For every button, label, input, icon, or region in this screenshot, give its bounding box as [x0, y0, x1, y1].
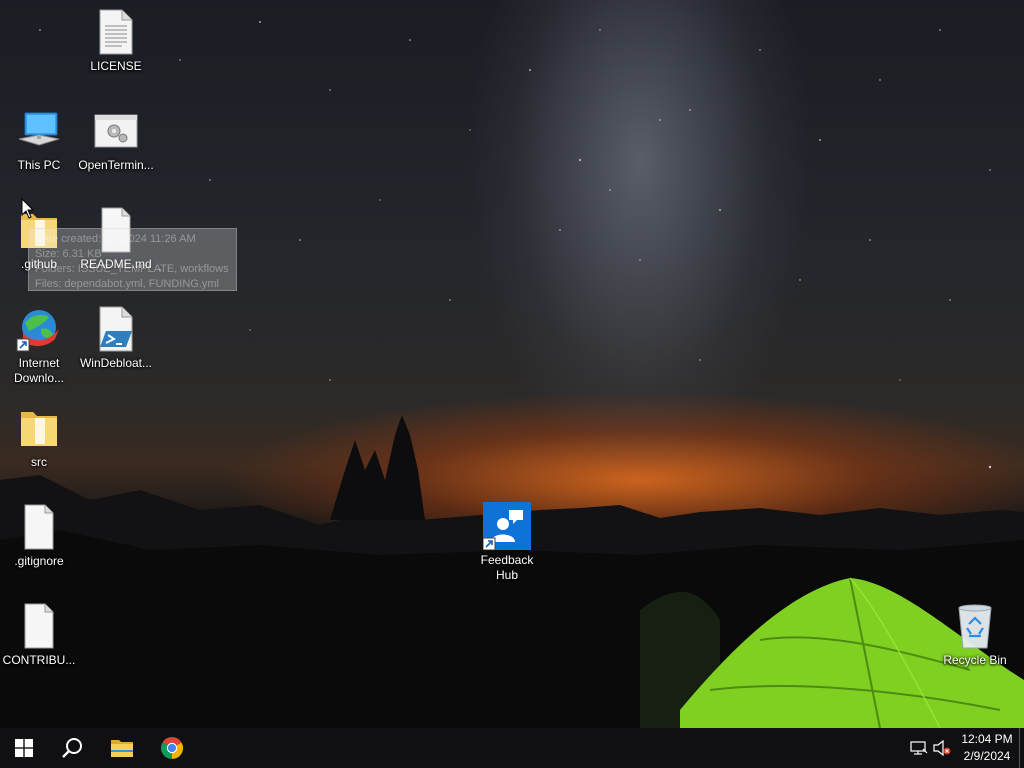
folder-info-tooltip: Date created: 2/9/2024 11:26 AM Size: 6.… [28, 228, 237, 291]
globe-download-icon [16, 310, 59, 352]
desktop-icon-label: Recycle Bin [943, 653, 1007, 667]
desktop-icon-src-folder[interactable]: src [0, 404, 78, 470]
desktop-icon-contributing[interactable]: CONTRIBU... [0, 602, 78, 668]
tooltip-line: Date created: 2/9/2024 11:26 AM [35, 233, 196, 245]
feedback-hub-icon [483, 502, 531, 550]
windows-logo-icon [15, 739, 33, 757]
desktop-icon-label: .gitignore [14, 554, 64, 568]
desktop-icon-openterminal[interactable]: OpenTermin... [77, 107, 155, 173]
desktop-icon-label: WinDebloat... [79, 356, 153, 370]
volume-muted-icon[interactable] [933, 740, 951, 756]
recycle-bin-icon [958, 604, 992, 649]
desktop-icon-gitignore[interactable]: .gitignore [0, 503, 78, 569]
desktop-icon-label: This PC [17, 158, 61, 172]
clock-date: 2/9/2024 [963, 749, 1011, 763]
desktop-icon-label: LICENSE [90, 59, 142, 73]
tooltip-line: Size: 6.31 KB [35, 248, 102, 260]
tooltip-line: Folders: ISSUE_TEMPLATE, workflows [35, 263, 229, 275]
clock-time: 12:04 PM [961, 732, 1013, 746]
taskbar-clock[interactable]: 12:04 PM 2/9/2024 [952, 731, 1022, 765]
taskbar: 12:04 PM 2/9/2024 [0, 728, 1024, 768]
tooltip-line: Files: dependabot.yml, FUNDING.yml [35, 278, 219, 290]
desktop-icon-label: Internet Downlo... [13, 356, 65, 385]
file-icon [24, 603, 54, 649]
folder-icon [21, 412, 57, 446]
start-button[interactable] [0, 728, 48, 768]
desktop-icon-label: Feedback Hub [480, 553, 534, 582]
search-icon [62, 738, 82, 758]
computer-icon [18, 112, 60, 146]
mouse-pointer-icon [21, 198, 35, 219]
desktop-icon-feedback-hub[interactable]: Feedback Hub [468, 502, 546, 583]
desktop-icon-label: src [31, 455, 47, 469]
chrome-icon [160, 737, 184, 759]
desktop-icon-recycle-bin[interactable]: Recycle Bin [936, 602, 1014, 668]
show-desktop-button[interactable] [1019, 728, 1024, 768]
taskbar-chrome[interactable] [148, 728, 196, 768]
desktop-icon-label: OpenTermin... [78, 158, 154, 172]
search-button[interactable] [48, 728, 96, 768]
desktop-icon-internet-download-manager[interactable]: Internet Downlo... [0, 305, 78, 386]
network-disconnected-icon[interactable] [910, 740, 928, 756]
desktop-icon-label: CONTRIBU... [2, 653, 76, 667]
folder-icon [111, 740, 133, 757]
desktop-icon-this-pc[interactable]: This PC [0, 107, 78, 173]
desktop-icon-windebloat[interactable]: WinDebloat... [77, 305, 155, 371]
text-file-icon [99, 9, 133, 55]
powershell-script-icon [99, 306, 133, 352]
taskbar-file-explorer[interactable] [98, 728, 146, 768]
file-icon [24, 504, 54, 550]
settings-app-icon [94, 114, 138, 148]
desktop-icon-license[interactable]: LICENSE [77, 8, 155, 74]
